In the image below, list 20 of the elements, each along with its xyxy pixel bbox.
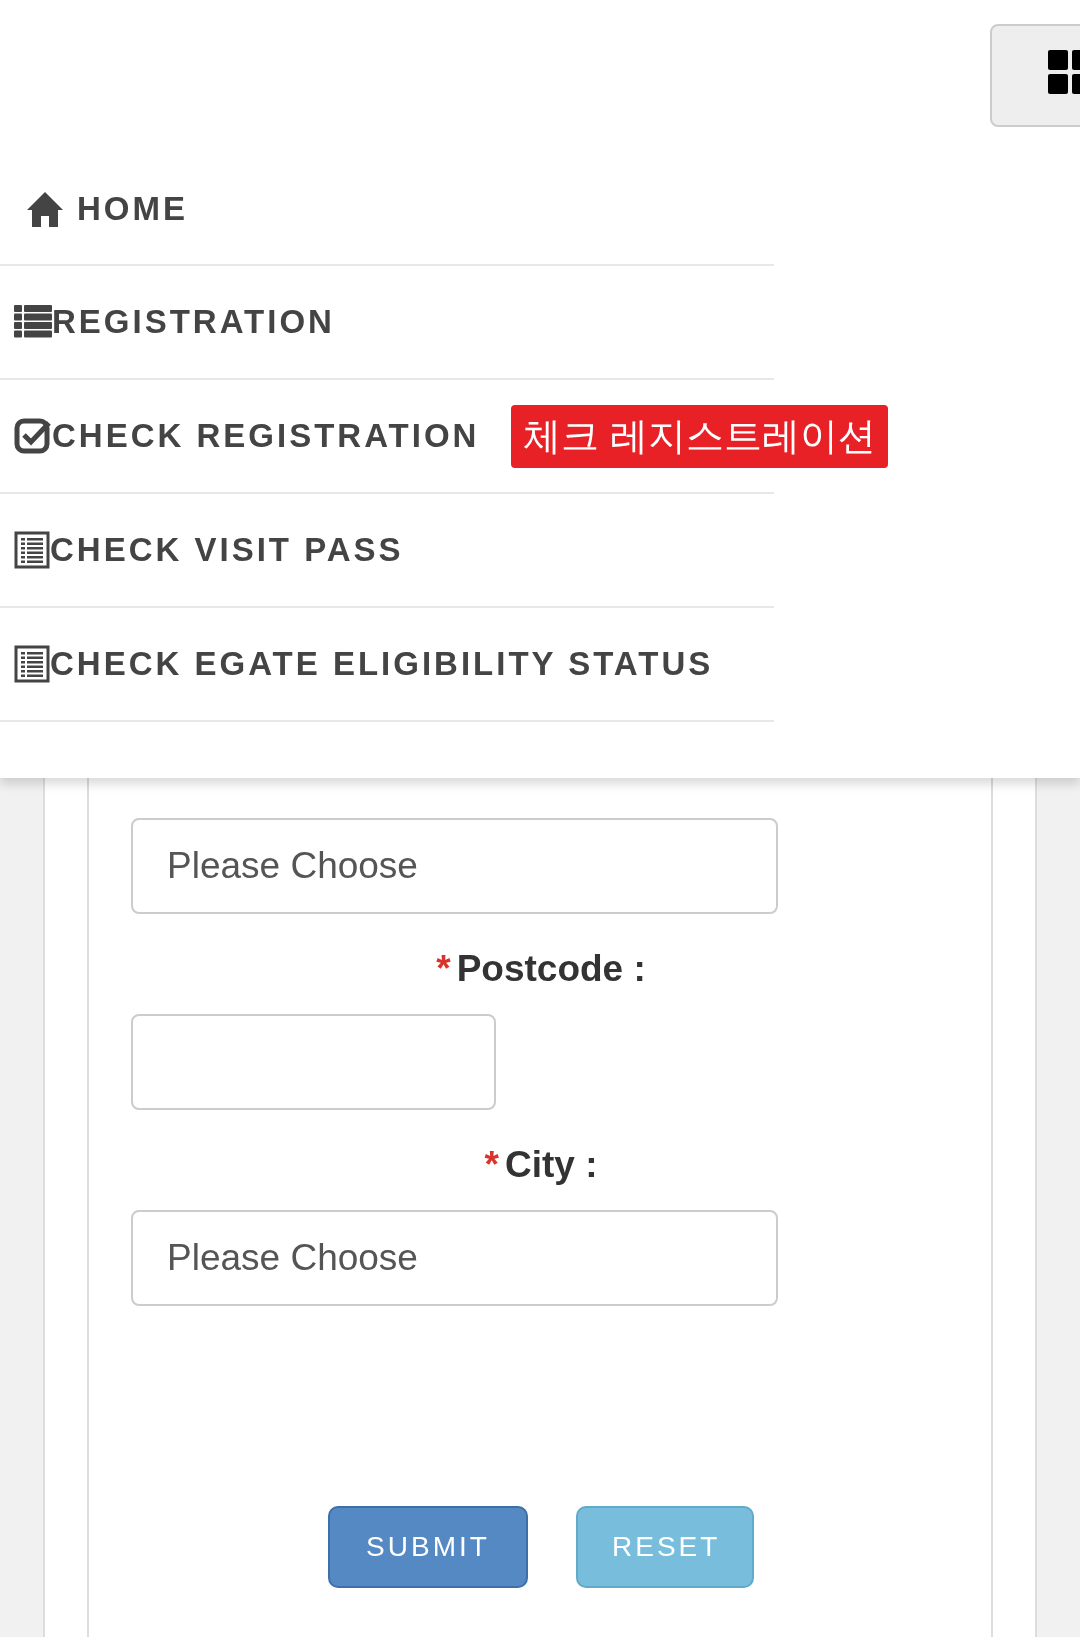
menu-item[interactable]: CHECK REGISTRATION xyxy=(14,417,480,455)
select-field[interactable]: Please Choose xyxy=(131,1210,778,1306)
menu-item[interactable]: CHECK EGATE ELIGIBILITY STATUS xyxy=(14,645,714,683)
menu-item[interactable]: CHECK VISIT PASS xyxy=(14,531,404,569)
document-icon xyxy=(14,531,50,569)
field-label: Postcode : xyxy=(456,948,646,990)
translation-label: 체크 레지스트레이션 xyxy=(511,404,888,468)
check-square-icon xyxy=(14,417,52,455)
required-mark: * xyxy=(436,948,451,990)
menu-item[interactable]: REGISTRATION xyxy=(14,303,335,341)
document-icon xyxy=(14,645,50,683)
required-mark: * xyxy=(484,1144,499,1186)
menu-toggle-button[interactable] xyxy=(990,24,1080,127)
menu-item[interactable]: HOME xyxy=(25,189,188,229)
submit-button[interactable]: SUBMIT xyxy=(328,1506,528,1588)
list-icon xyxy=(14,305,52,339)
field-label: City : xyxy=(504,1144,598,1186)
select-field[interactable]: Please Choose xyxy=(131,818,778,914)
home-icon xyxy=(25,189,65,229)
input-field[interactable] xyxy=(131,1014,496,1110)
